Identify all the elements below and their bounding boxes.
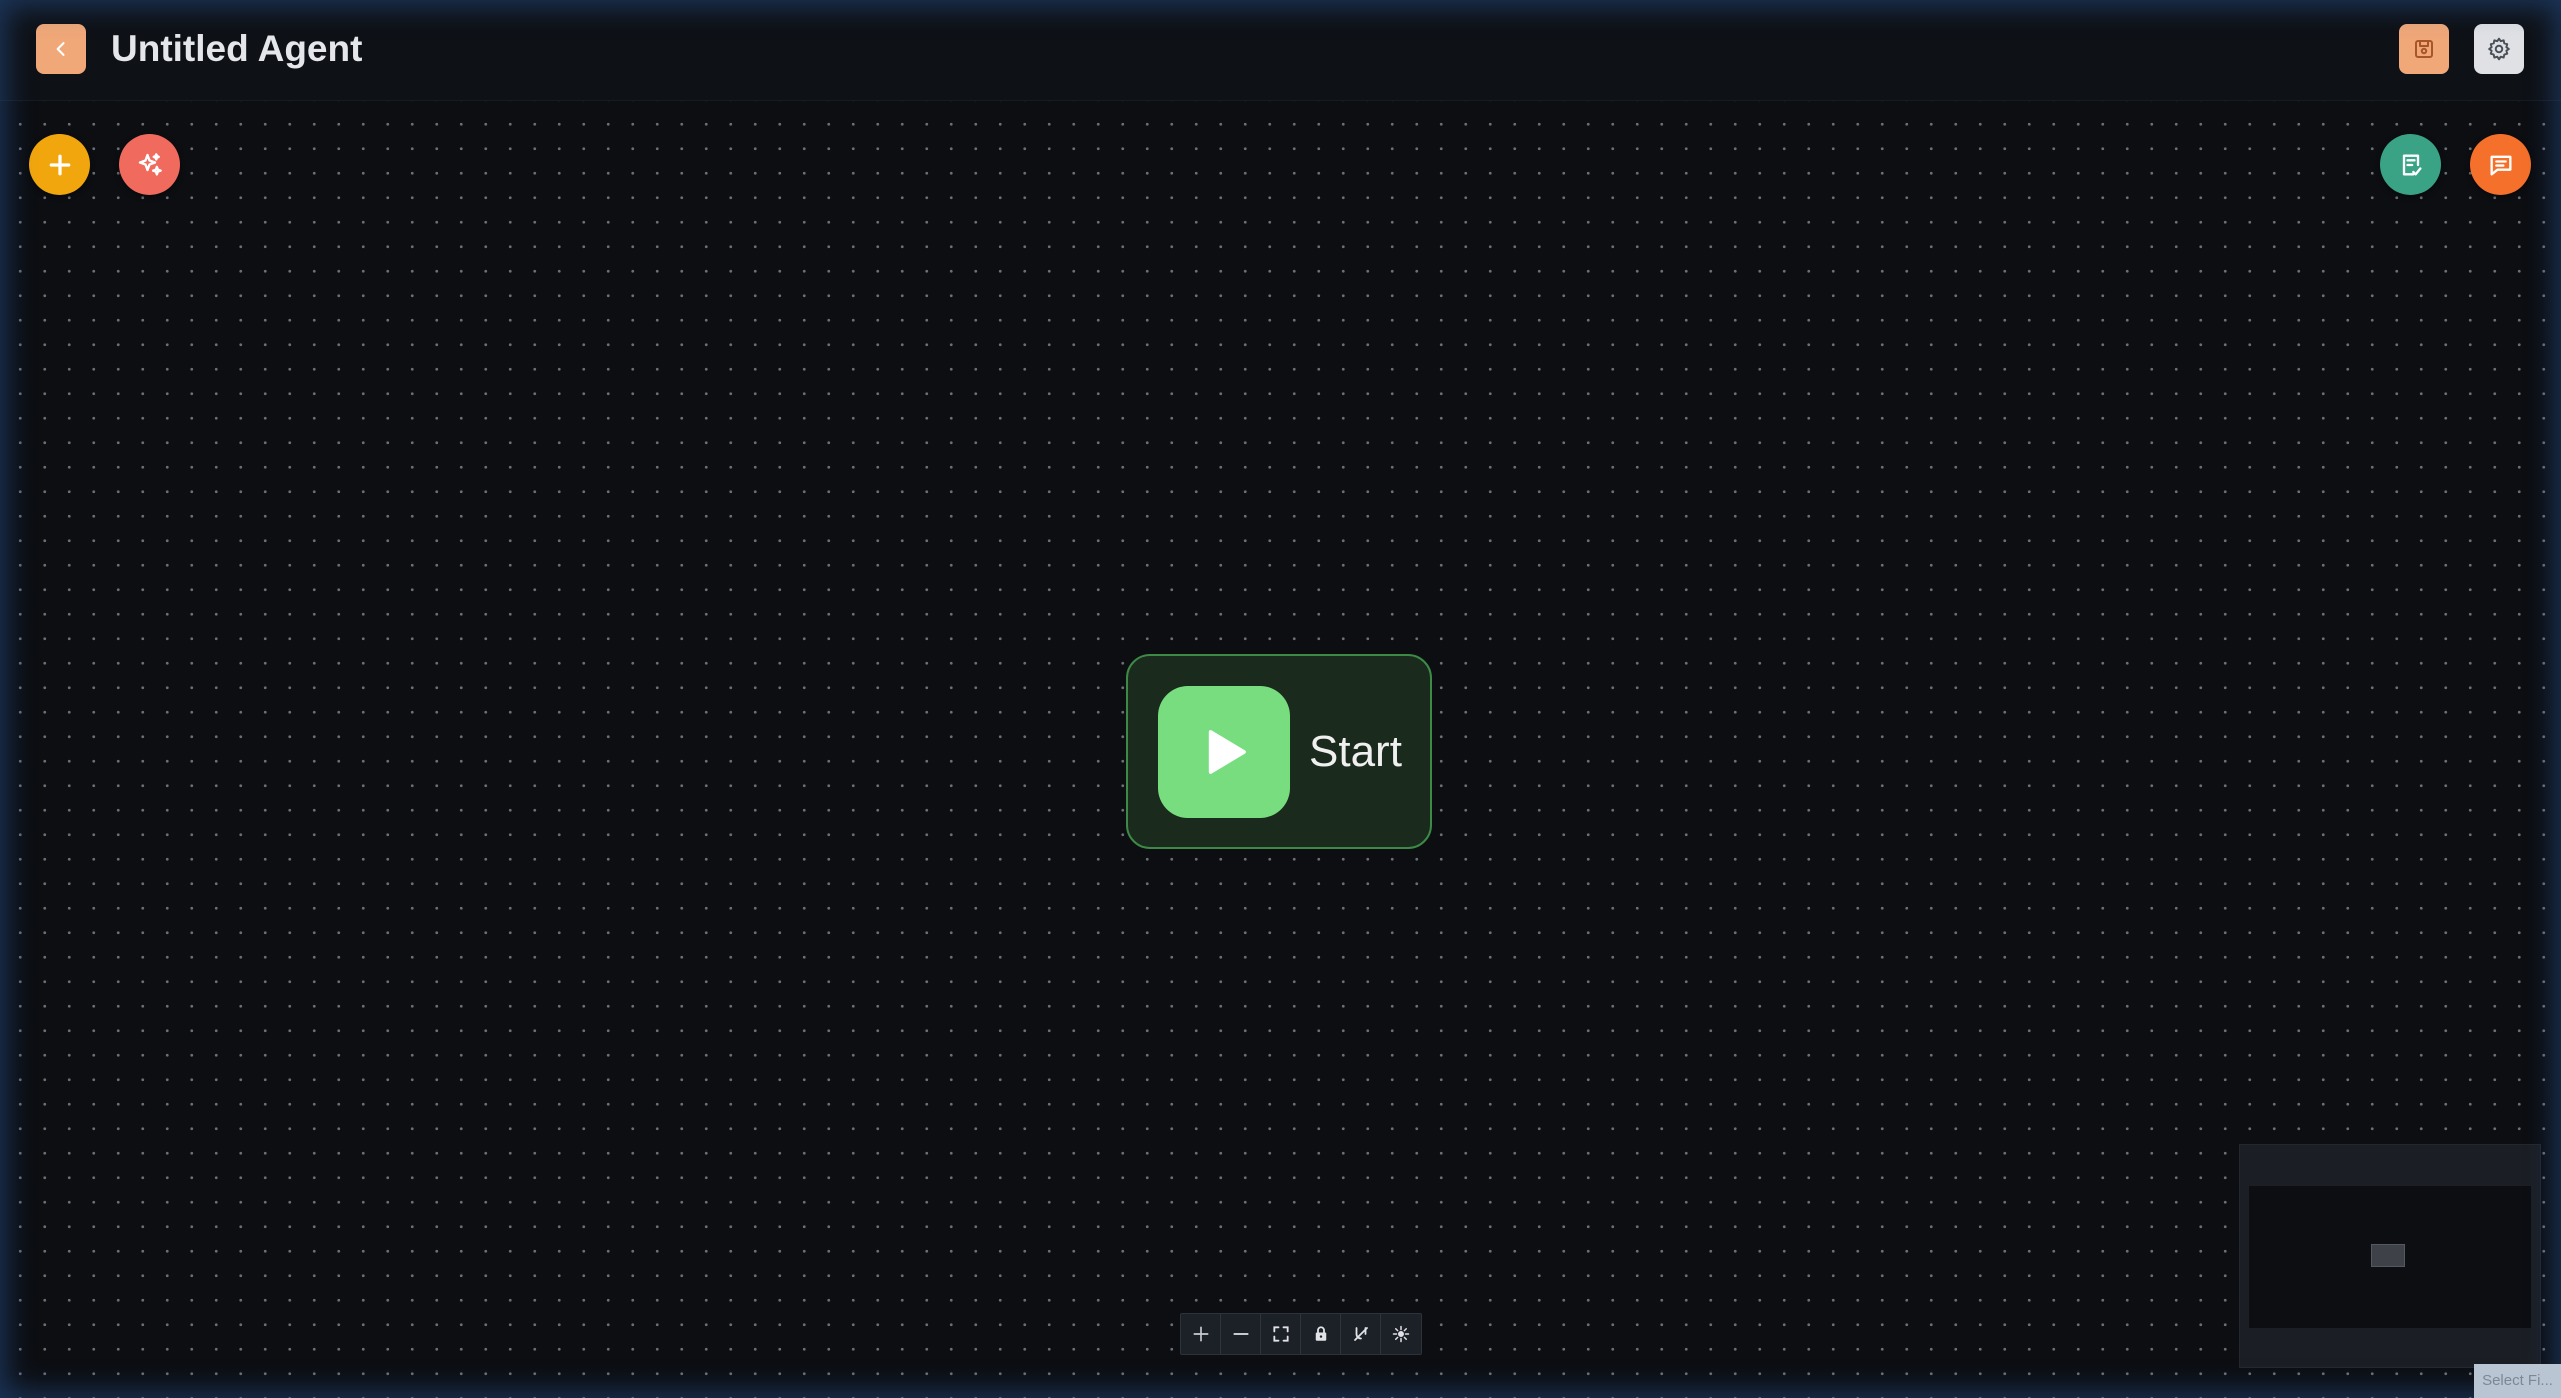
fit-view-icon — [1272, 1326, 1289, 1342]
gear-icon — [2488, 37, 2510, 61]
minus-icon — [1232, 1333, 1249, 1335]
checklist-button[interactable] — [2380, 134, 2441, 195]
minimap[interactable] — [2239, 1144, 2541, 1368]
center-button[interactable] — [1381, 1314, 1421, 1354]
page-title: Untitled Agent — [111, 28, 363, 69]
zoom-out-button[interactable] — [1221, 1314, 1261, 1354]
play-icon — [1208, 730, 1246, 774]
save-button[interactable] — [2399, 24, 2449, 74]
center-focus-icon — [1392, 1325, 1410, 1343]
top-bar: Untitled Agent — [0, 0, 2561, 101]
start-node-icon-tile — [1158, 686, 1290, 818]
start-node-label: Start — [1309, 727, 1402, 776]
fit-view-button[interactable] — [1261, 1314, 1301, 1354]
zoom-in-button[interactable] — [1181, 1314, 1221, 1354]
chat-button[interactable] — [2470, 134, 2531, 195]
checklist-icon — [2402, 154, 2421, 175]
plus-icon — [49, 154, 70, 175]
corner-tag: Select Fi... — [2474, 1364, 2561, 1398]
minimap-viewport[interactable] — [2249, 1186, 2531, 1328]
lock-icon — [1315, 1326, 1326, 1341]
snap-button[interactable] — [1341, 1314, 1381, 1354]
lock-button[interactable] — [1301, 1314, 1341, 1354]
plus-icon — [1193, 1326, 1208, 1342]
canvas-controls — [1180, 1313, 1422, 1355]
add-node-button[interactable] — [29, 134, 90, 195]
chat-icon — [2490, 155, 2511, 175]
start-node[interactable]: Start — [1126, 654, 1432, 849]
sparkles-icon — [138, 152, 162, 176]
chevron-left-icon — [56, 42, 65, 56]
minimap-start-node — [2371, 1244, 2405, 1267]
snap-icon — [1353, 1327, 1368, 1341]
save-icon — [2415, 40, 2433, 58]
back-button[interactable] — [36, 24, 86, 74]
settings-button[interactable] — [2474, 24, 2524, 74]
ai-assist-button[interactable] — [119, 134, 180, 195]
